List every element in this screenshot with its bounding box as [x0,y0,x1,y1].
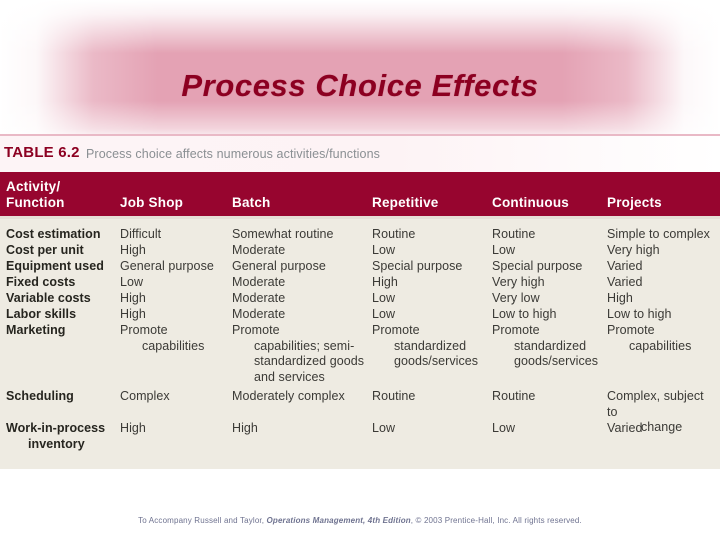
cell-repetitive: High [372,275,398,289]
cell-text: Promote [607,323,655,337]
cell-text: Promote [232,323,280,337]
footer-book-title: Operations Management, 4th Edition [266,516,411,525]
row-label: Cost per unit [6,243,84,257]
cell-job-shop: Low [120,275,144,289]
cell-job-shop: High [120,307,146,321]
cell-job-shop: High [120,243,146,257]
column-header-activity-function: Activity/ Function [6,179,118,211]
cell-continuous: Low [492,421,516,435]
footer-suffix: , © 2003 Prentice-Hall, Inc. All rights … [410,516,582,525]
cell-repetitive: Low [372,421,396,435]
cell-job-shop: High [120,421,146,435]
table-number: TABLE 6.2 [4,144,80,161]
cell-job-shop: Promote capabilities [120,323,230,354]
cell-continuous: Low [492,243,516,257]
row-label: Scheduling [6,389,74,403]
cell-batch: Moderately complex [232,389,345,403]
row-label: Marketing [6,323,66,337]
cell-projects: High [607,291,633,305]
table-header-row: Activity/ Function Job Shop Batch Repeti… [0,172,720,219]
cell-batch: Somewhat routine [232,227,334,241]
column-header-line2: Function [6,195,65,210]
column-header-job-shop: Job Shop [120,195,184,210]
cell-text-continuation: capabilities [142,338,205,353]
cell-batch: Moderate [232,307,286,321]
column-header-projects: Projects [607,195,662,210]
row-label: Fixed costs [6,275,76,289]
cell-repetitive: Low [372,243,396,257]
row-label: Labor skills [6,307,77,321]
cell-batch: Moderate [232,291,286,305]
column-header-repetitive: Repetitive [372,195,439,210]
title-banner: Process Choice Effects [0,0,720,140]
column-header-continuous: Continuous [492,195,569,210]
cell-batch: General purpose [232,259,326,273]
cell-projects: Very high [607,243,660,257]
cell-job-shop: General purpose [120,259,214,273]
cell-projects: Promote capabilities [607,323,717,354]
cell-repetitive: Low [372,307,396,321]
cell-text-continuation: capabilities; semi-standardized goods an… [254,338,365,384]
cell-repetitive: Routine [372,227,416,241]
cell-continuous: Very high [492,275,545,289]
cell-batch: High [232,421,258,435]
cell-repetitive: Routine [372,389,416,403]
row-label: Variable costs [6,291,91,305]
cell-continuous: Very low [492,291,540,305]
cell-repetitive: Low [372,291,396,305]
row-label: Cost estimation [6,227,101,241]
row-label: Equipment used [6,259,104,273]
cell-projects: Varied [607,421,643,435]
table-caption-bar: TABLE 6.2 Process choice affects numerou… [0,134,720,172]
cell-text-continuation: standardized goods/services [394,338,479,369]
column-header-batch: Batch [232,195,271,210]
row-label-text: Work-in-process [6,421,106,435]
table-caption-text: Process choice affects numerous activiti… [86,147,380,161]
cell-batch: Moderate [232,275,286,289]
cell-projects: Varied [607,259,643,273]
cell-continuous: Special purpose [492,259,583,273]
footer-copyright: To Accompany Russell and Taylor, Operati… [0,516,720,525]
column-header-line1: Activity/ [6,179,61,194]
cell-text: Promote [372,323,420,337]
table-6-2: TABLE 6.2 Process choice affects numerou… [0,134,720,472]
cell-batch: Moderate [232,243,286,257]
cell-projects: Varied [607,275,643,289]
cell-batch: Promote capabilities; semi-standardized … [232,323,370,385]
cell-repetitive: Special purpose [372,259,463,273]
page-title: Process Choice Effects [181,68,539,103]
row-label: Work-in-process inventory [6,421,118,452]
cell-continuous: Promote standardized goods/services [492,323,604,370]
cell-continuous: Routine [492,227,536,241]
cell-text: Complex, subject to [607,389,704,419]
cell-continuous: Routine [492,389,536,403]
cell-job-shop: High [120,291,146,305]
table-body: Cost estimation Difficult Somewhat routi… [0,219,720,469]
footer-prefix: To Accompany Russell and Taylor, [138,516,267,525]
cell-text: Promote [120,323,168,337]
cell-text-continuation: standardized goods/services [514,338,599,369]
cell-projects: Simple to complex [607,227,710,241]
cell-text: Promote [492,323,540,337]
cell-job-shop: Difficult [120,227,162,241]
cell-repetitive: Promote standardized goods/services [372,323,490,370]
cell-text-continuation: capabilities [629,338,692,353]
cell-continuous: Low to high [492,307,557,321]
cell-projects: Low to high [607,307,672,321]
cell-job-shop: Complex [120,389,170,403]
row-label-continuation: inventory [28,436,85,451]
